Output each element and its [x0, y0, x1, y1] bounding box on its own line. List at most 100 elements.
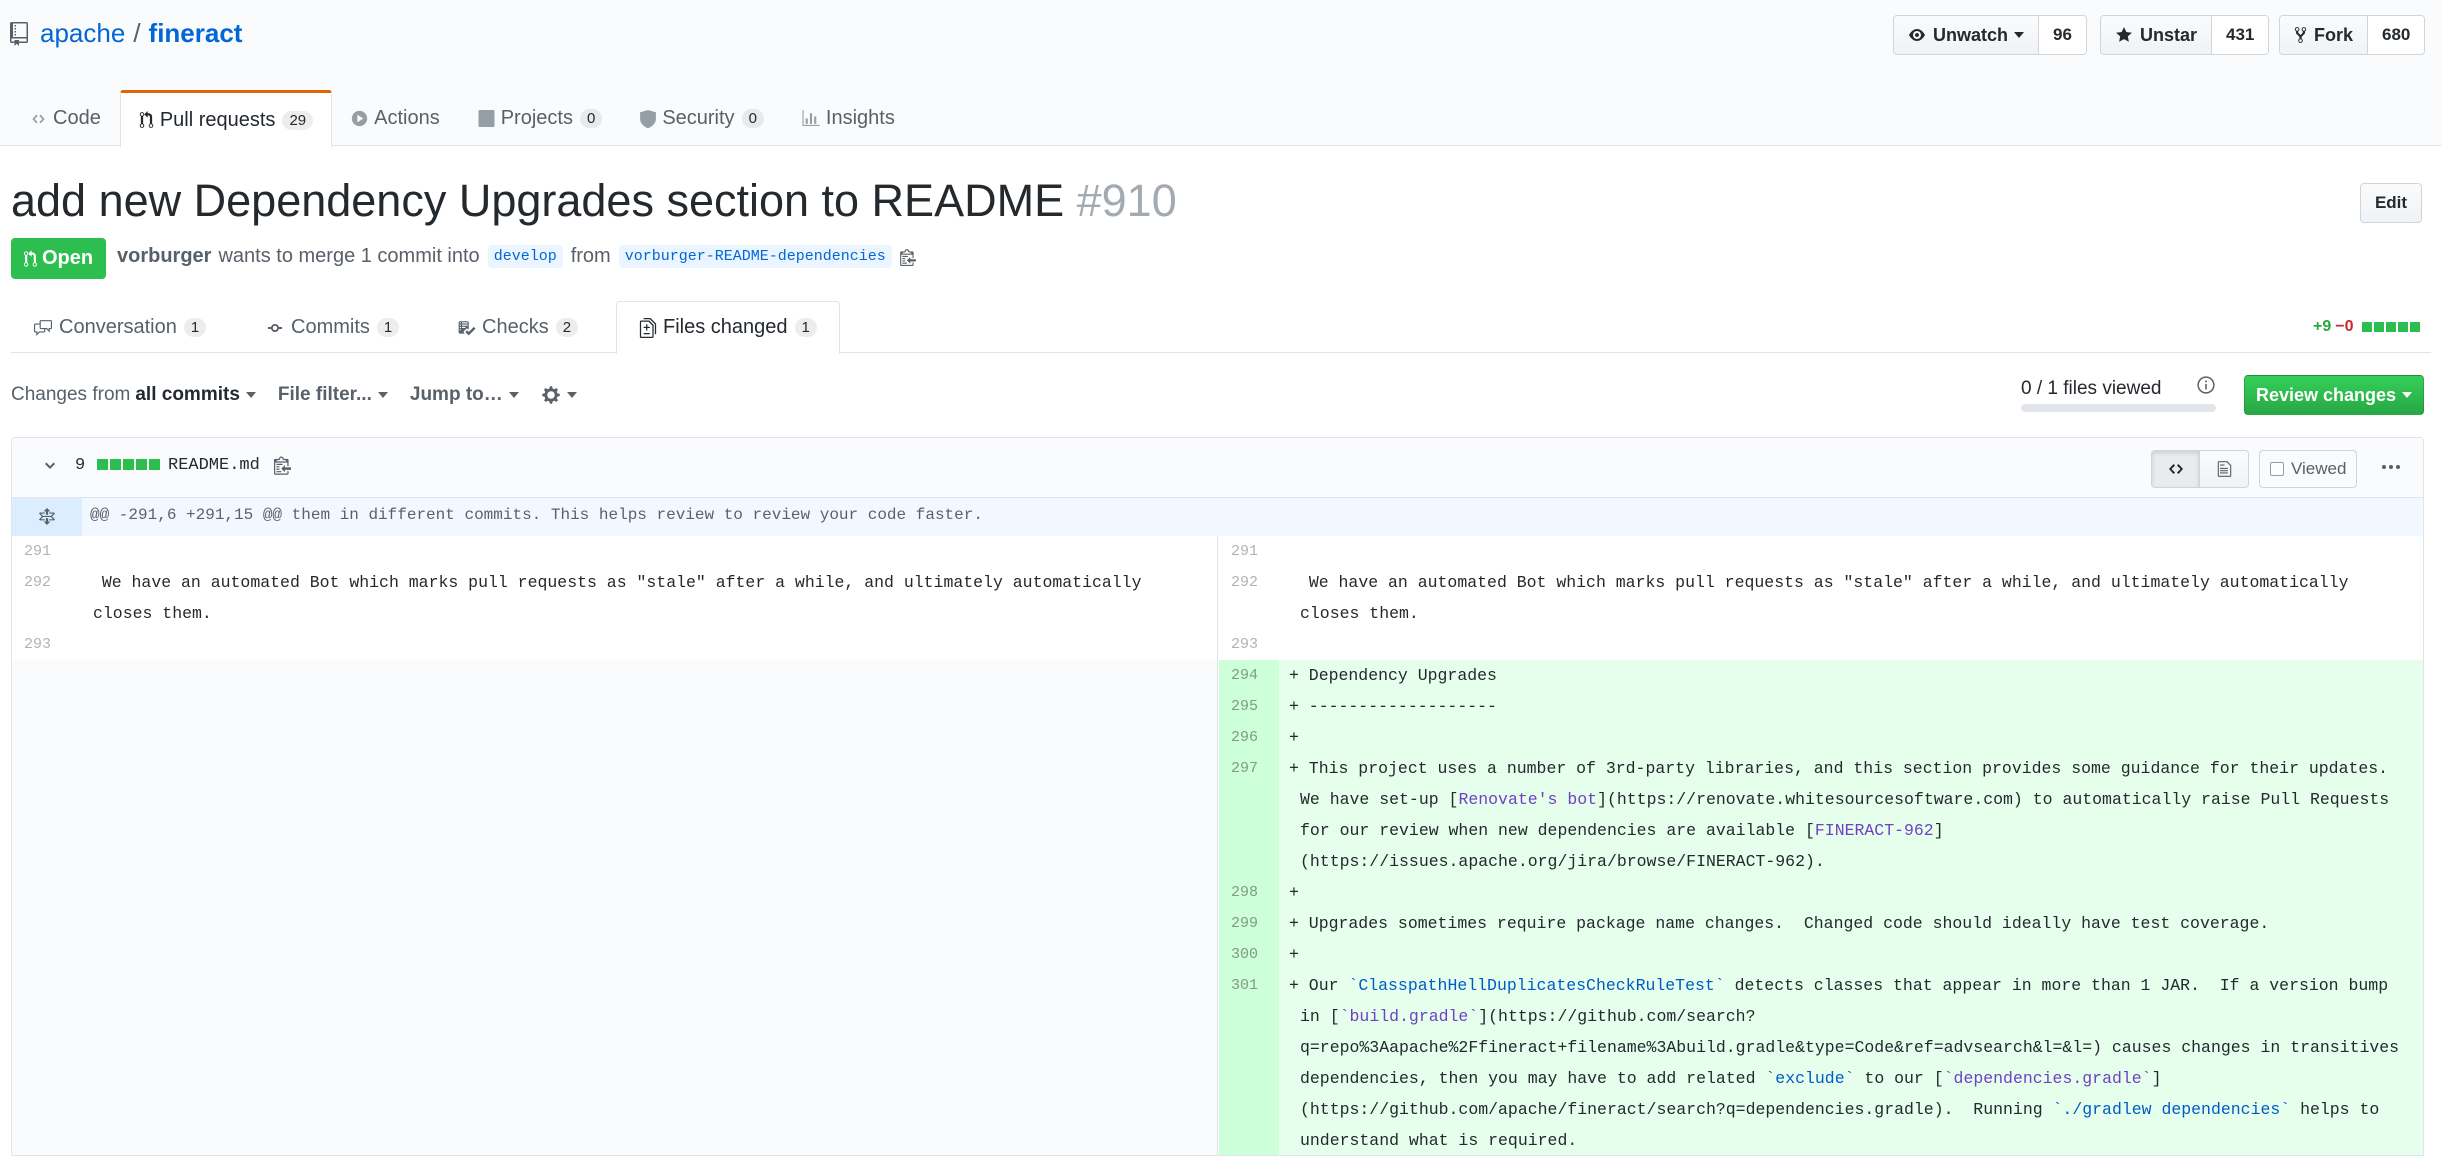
- jump-to-label: Jump to…: [409, 384, 503, 405]
- base-branch[interactable]: develop: [487, 245, 563, 268]
- review-changes-button[interactable]: Review changes: [2244, 375, 2424, 415]
- diff-row: 293: [1219, 629, 2423, 660]
- code-line: + Upgrades sometimes require package nam…: [1289, 914, 2270, 933]
- head-branch[interactable]: vorburger-README-dependencies: [618, 245, 892, 268]
- from-text: from: [570, 245, 611, 267]
- jump-to-dropdown[interactable]: Jump to…: [410, 384, 519, 406]
- unwatch-button[interactable]: Unwatch: [1894, 16, 2040, 54]
- hunk-header-text: @@ -291,6 +291,15 @@ them in different c…: [90, 506, 983, 524]
- file-filter-dropdown[interactable]: File filter...: [278, 384, 388, 406]
- tab-checks[interactable]: Checks 2: [435, 301, 600, 354]
- tab-pull-requests[interactable]: Pull requests 29: [119, 90, 333, 147]
- line-number[interactable]: 293: [12, 629, 72, 660]
- tab-actions[interactable]: Actions: [332, 90, 459, 146]
- pr-toolbar: Changes from all commits File filter... …: [11, 380, 599, 410]
- status-badge: Open: [11, 238, 106, 279]
- diff-row-added: 298 +: [1219, 877, 2423, 908]
- tab-conversation[interactable]: Conversation 1: [11, 301, 228, 354]
- inline-code: `ClasspathHellDuplicatesCheckRuleTest`: [1348, 976, 1725, 995]
- file-diffstat-bar: [95, 459, 160, 470]
- diffstat-deletions: −0: [2335, 318, 2354, 335]
- star-group: Unstar 431: [2100, 15, 2270, 55]
- diff-row-added: 295 + -------------------: [1219, 691, 2423, 722]
- source-diff-button[interactable]: [2152, 451, 2200, 487]
- line-number[interactable]: 298: [1219, 877, 1279, 908]
- tab-code[interactable]: Code: [11, 90, 120, 146]
- diff-right-side: 291 292 We have an automated Bot which m…: [1219, 536, 2423, 1155]
- chevron-down-icon: [2402, 392, 2413, 398]
- diff-row: 291: [1219, 536, 2423, 567]
- line-number[interactable]: 291: [12, 536, 72, 567]
- tab-projects[interactable]: Projects 0: [459, 90, 622, 146]
- clippy-icon[interactable]: [274, 455, 291, 475]
- line-number[interactable]: 295: [1219, 691, 1279, 722]
- kebab-horizontal-icon[interactable]: [2382, 465, 2403, 469]
- tab-security[interactable]: Security 0: [621, 90, 783, 146]
- git-pull-request-icon: [139, 111, 154, 128]
- code-line: We have an automated Bot which marks pul…: [82, 573, 1152, 623]
- checklist-icon: [458, 320, 476, 335]
- line-number[interactable]: 292: [1219, 567, 1279, 629]
- repo-owner-link[interactable]: apache: [40, 18, 125, 49]
- file-name-link[interactable]: README.md: [168, 456, 260, 475]
- diff-row-added: 301 + Our `ClasspathHellDuplicatesCheckR…: [1219, 970, 2423, 1155]
- clippy-icon[interactable]: [899, 248, 916, 266]
- code-line: +: [1289, 883, 1299, 902]
- pr-title: add new Dependency Upgrades section to R…: [11, 175, 1177, 227]
- line-number[interactable]: 299: [1219, 908, 1279, 939]
- markdown-link-text: FINERACT-962: [1814, 821, 1934, 840]
- diff-row-added: 294 + Dependency Upgrades: [1219, 660, 2423, 691]
- code-icon: [32, 114, 45, 123]
- merge-text: wants to merge 1 commit into: [218, 245, 480, 267]
- fork-count[interactable]: 680: [2368, 16, 2425, 54]
- tab-files-changed[interactable]: Files changed 1: [616, 301, 840, 354]
- tab-insights-label: Insights: [825, 107, 895, 129]
- eye-icon: [1909, 29, 1925, 41]
- viewed-checkbox[interactable]: Viewed: [2259, 450, 2357, 488]
- tab-pull-requests-label: Pull requests: [159, 108, 276, 131]
- edit-button[interactable]: Edit: [2360, 183, 2422, 223]
- line-number[interactable]: 297: [1219, 753, 1279, 877]
- line-number[interactable]: 296: [1219, 722, 1279, 753]
- code-line: +: [1289, 728, 1299, 747]
- diffstat: +9 −0: [2313, 318, 2420, 336]
- diff-settings-dropdown[interactable]: [541, 385, 577, 405]
- changes-from-dropdown[interactable]: Changes from all commits: [11, 384, 256, 406]
- watch-count[interactable]: 96: [2039, 16, 2086, 54]
- files-changed-count: 1: [794, 318, 817, 337]
- empty-diff-area: [12, 660, 1217, 1155]
- line-number[interactable]: 293: [1219, 629, 1279, 660]
- security-count: 0: [741, 109, 764, 128]
- line-number[interactable]: 301: [1219, 970, 1279, 1155]
- code-text: + Our: [1289, 976, 1349, 995]
- fork-button[interactable]: Fork: [2280, 16, 2369, 54]
- info-icon[interactable]: [2197, 376, 2215, 394]
- line-number[interactable]: 294: [1219, 660, 1279, 691]
- tab-security-label: Security: [662, 107, 735, 129]
- unstar-button[interactable]: Unstar: [2101, 16, 2213, 54]
- rich-diff-button[interactable]: [2200, 451, 2248, 487]
- diff-row: 293: [12, 629, 1217, 660]
- git-pull-request-icon: [23, 249, 37, 267]
- line-number[interactable]: 292: [12, 567, 72, 629]
- tab-code-label: Code: [53, 107, 101, 129]
- play-icon: [351, 110, 368, 127]
- chevron-down-icon[interactable]: [42, 458, 58, 474]
- repo-name-link[interactable]: fineract: [149, 18, 243, 49]
- tab-commits[interactable]: Commits 1: [243, 301, 421, 354]
- diffstat-bar: [2360, 322, 2420, 332]
- git-commit-icon: [268, 323, 282, 332]
- star-count[interactable]: 431: [2212, 16, 2269, 54]
- diff-row-added: 296 +: [1219, 722, 2423, 753]
- line-number[interactable]: 300: [1219, 939, 1279, 970]
- watch-group: Unwatch 96: [1893, 15, 2087, 55]
- author-link[interactable]: vorburger: [117, 245, 211, 268]
- files-viewed-progress: [2021, 404, 2216, 412]
- tab-conversation-label: Conversation: [59, 316, 177, 338]
- file-filter-label: File filter...: [277, 384, 372, 405]
- tab-insights[interactable]: Insights: [783, 90, 914, 146]
- unfold-icon[interactable]: [12, 498, 82, 536]
- line-number[interactable]: 291: [1219, 536, 1279, 567]
